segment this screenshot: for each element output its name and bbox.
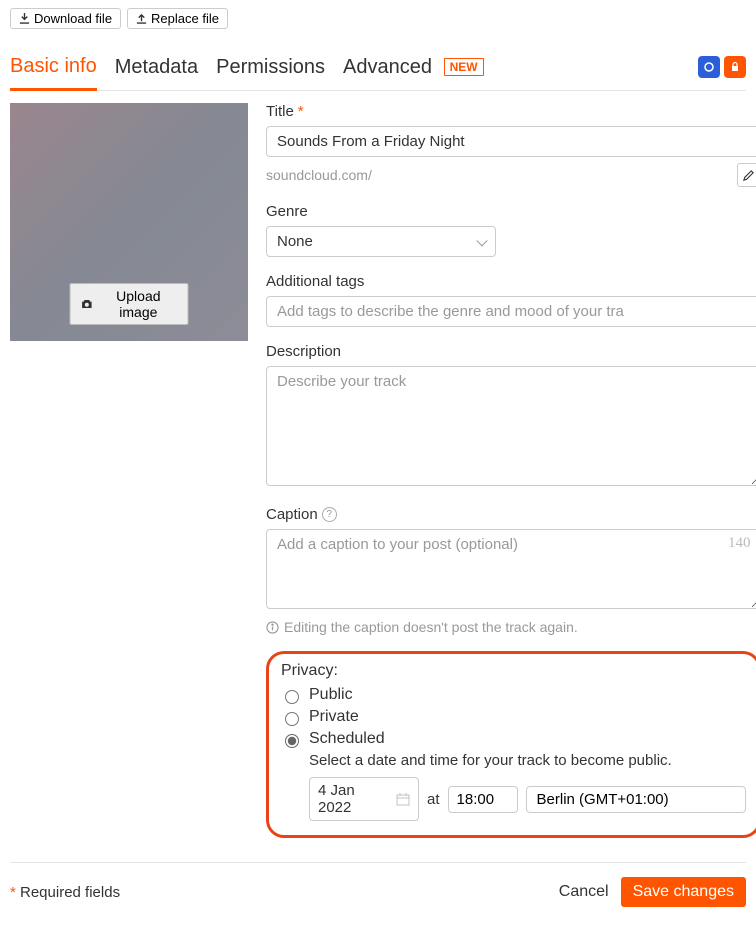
schedule-time-input[interactable]: [448, 786, 518, 813]
download-file-label: Download file: [34, 11, 112, 26]
title-input[interactable]: [266, 126, 756, 157]
tab-metadata[interactable]: Metadata: [115, 49, 198, 90]
upload-image-button[interactable]: Upload image: [70, 283, 189, 325]
description-label: Description: [266, 343, 756, 360]
caption-hint: Editing the caption doesn't post the tra…: [266, 619, 756, 635]
lock-icon[interactable]: [724, 56, 746, 78]
download-file-button[interactable]: Download file: [10, 8, 121, 29]
pencil-icon: [742, 169, 755, 182]
privacy-public-radio[interactable]: [285, 690, 299, 704]
cancel-button[interactable]: Cancel: [559, 883, 609, 901]
privacy-private-option[interactable]: Private: [285, 708, 746, 726]
schedule-timezone-select[interactable]: Berlin (GMT+01:00): [526, 786, 746, 813]
permalink-prefix: soundcloud.com/: [266, 167, 372, 183]
genre-select[interactable]: None: [266, 226, 496, 257]
privacy-public-option[interactable]: Public: [285, 686, 746, 704]
privacy-label: Privacy:: [281, 662, 746, 680]
download-icon: [19, 13, 30, 24]
privacy-section: Privacy: Public Private Scheduled Select…: [266, 651, 756, 838]
description-textarea[interactable]: [266, 366, 756, 486]
schedule-at-label: at: [427, 791, 440, 808]
title-label: Title*: [266, 103, 756, 120]
info-icon: [266, 621, 279, 634]
tab-basic-info[interactable]: Basic info: [10, 49, 97, 91]
scheduled-description: Select a date and time for your track to…: [309, 752, 746, 769]
calendar-icon: [396, 793, 410, 806]
caption-textarea[interactable]: [266, 529, 756, 609]
replace-file-button[interactable]: Replace file: [127, 8, 228, 29]
tab-permissions[interactable]: Permissions: [216, 49, 325, 90]
privacy-scheduled-option[interactable]: Scheduled: [285, 730, 746, 748]
track-artwork: Upload image: [10, 103, 248, 341]
quality-icon[interactable]: [698, 56, 720, 78]
replace-file-label: Replace file: [151, 11, 219, 26]
privacy-scheduled-radio[interactable]: [285, 734, 299, 748]
privacy-private-radio[interactable]: [285, 712, 299, 726]
help-icon[interactable]: ?: [322, 507, 337, 522]
camera-icon: [81, 298, 94, 310]
caption-label: Caption ?: [266, 506, 756, 523]
new-badge: NEW: [444, 58, 484, 76]
required-fields-note: * Required fields: [10, 884, 120, 901]
upload-icon: [136, 13, 147, 24]
save-changes-button[interactable]: Save changes: [621, 877, 746, 907]
tags-label: Additional tags: [266, 273, 756, 290]
edit-permalink-button[interactable]: [737, 163, 756, 187]
tags-input[interactable]: [266, 296, 756, 327]
genre-label: Genre: [266, 203, 756, 220]
schedule-date-input[interactable]: 4 Jan 2022: [309, 777, 419, 821]
tab-advanced[interactable]: Advanced NEW: [343, 49, 484, 90]
